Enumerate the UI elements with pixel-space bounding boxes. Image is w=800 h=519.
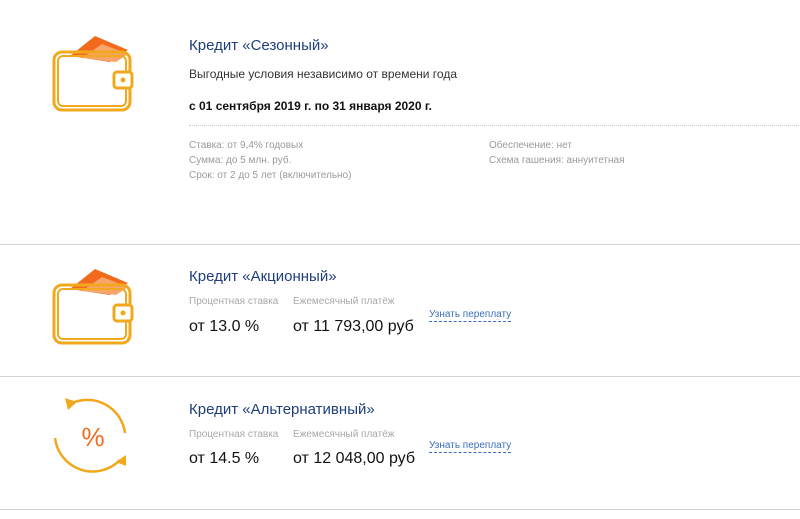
offer-card-promo[interactable]: Кредит «Акционный» Процентная ставка Еже… <box>0 245 800 376</box>
payment-value: от 11 793,00 руб <box>293 318 414 335</box>
detail-amount: Сумма: до 5 млн. руб. <box>189 155 292 166</box>
detail-repayment: Схема гашения: аннуитетная <box>489 155 625 166</box>
payment-label: Ежемесячный платёж <box>293 429 395 440</box>
wallet-icon <box>40 28 150 118</box>
offer-details-left: Ставка: от 9,4% годовых Сумма: до 5 млн.… <box>189 138 351 183</box>
payment-value: от 12 048,00 руб <box>293 450 416 467</box>
offer-card-seasonal[interactable]: Кредит «Сезонный» Выгодные условия незав… <box>0 0 800 244</box>
card-divider <box>0 509 800 510</box>
rate-label: Процентная ставка <box>189 296 279 307</box>
percent-cycle-icon: % <box>40 388 150 478</box>
rate-value: от 13.0 % <box>189 318 260 335</box>
offer-title[interactable]: Кредит «Акционный» <box>189 268 337 285</box>
overpayment-link[interactable]: Узнать переплату <box>429 440 512 453</box>
offer-card-alternative[interactable]: % Кредит «Альтернативный» Процентная ста… <box>0 377 800 509</box>
wallet-icon <box>40 261 150 351</box>
dotted-divider <box>189 125 800 126</box>
detail-collateral: Обеспечение: нет <box>489 140 572 151</box>
overpayment-link[interactable]: Узнать переплату <box>429 309 512 322</box>
offer-period: с 01 сентября 2019 г. по 31 января 2020 … <box>189 99 432 113</box>
rate-value: от 14.5 % <box>189 450 260 467</box>
detail-term: Срок: от 2 до 5 лет (включительно) <box>189 170 352 181</box>
svg-text:%: % <box>81 422 104 452</box>
offer-title[interactable]: Кредит «Сезонный» <box>189 37 329 54</box>
offer-title[interactable]: Кредит «Альтернативный» <box>189 401 375 418</box>
payment-label: Ежемесячный платёж <box>293 296 395 307</box>
offer-subtitle: Выгодные условия независимо от времени г… <box>189 67 458 81</box>
rate-label: Процентная ставка <box>189 429 279 440</box>
offer-details-right: Обеспечение: нет Схема гашения: аннуитет… <box>489 138 625 168</box>
detail-rate: Ставка: от 9,4% годовых <box>189 140 304 151</box>
